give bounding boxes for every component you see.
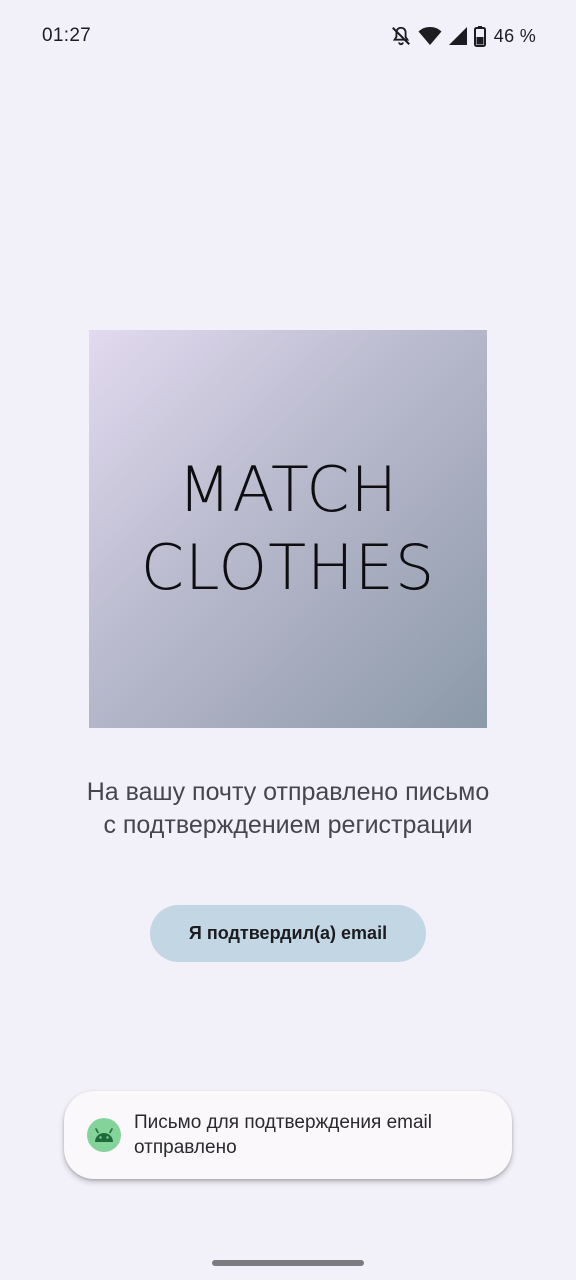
message-line-2: с подтверждением регистрации xyxy=(103,811,473,839)
status-time: 01:27 xyxy=(42,25,92,46)
toast-text: Письмо для подтверждения email отправлен… xyxy=(134,1110,494,1160)
message-line-1: На вашу почту отправлено письмо xyxy=(86,778,490,806)
status-bar: 01:27 46 % xyxy=(0,0,576,72)
status-icons: 46 % xyxy=(390,24,536,48)
toast-notification: Письмо для подтверждения email отправлен… xyxy=(64,1091,512,1179)
confirm-email-button[interactable]: Я подтвердил(а) email xyxy=(150,905,426,962)
confirmation-message: На вашу почту отправлено письмо с подтве… xyxy=(30,776,546,842)
battery-percent: 46 % xyxy=(493,25,536,46)
app-logo: MATCH CLOTHES xyxy=(89,330,487,728)
gesture-navigation-bar[interactable] xyxy=(212,1260,364,1266)
wifi-icon xyxy=(418,26,442,46)
cell-signal-icon xyxy=(448,26,468,46)
logo-line-2: CLOTHES xyxy=(140,531,436,604)
mute-icon xyxy=(390,25,412,47)
toast-line-2: отправлено xyxy=(134,1137,237,1158)
toast-line-1: Письмо для подтверждения email xyxy=(134,1112,432,1133)
battery-icon xyxy=(473,25,486,47)
logo-line-1: MATCH xyxy=(177,453,399,526)
android-icon xyxy=(87,1118,121,1152)
